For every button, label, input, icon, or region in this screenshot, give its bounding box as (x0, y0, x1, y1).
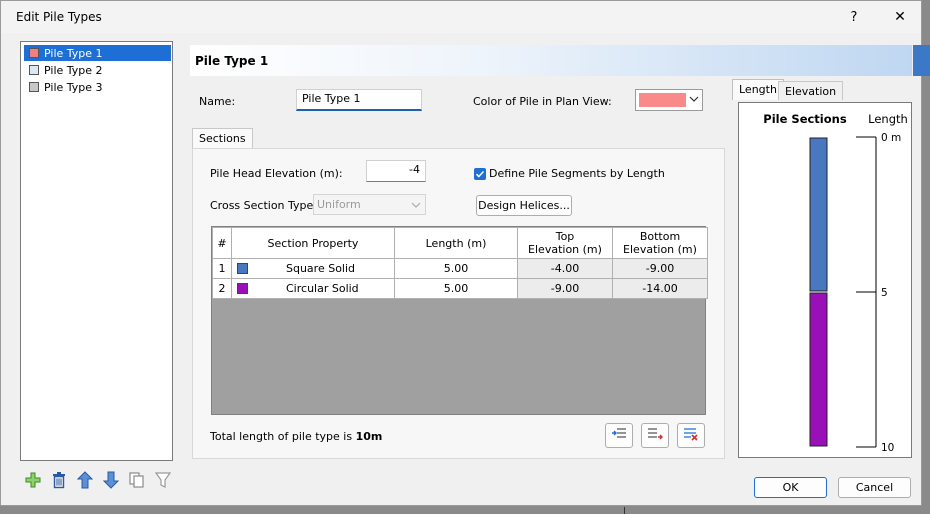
total-length-value: 10m (355, 430, 383, 443)
length-cell[interactable]: 5.00 (394, 278, 518, 299)
window-title: Edit Pile Types (16, 10, 102, 24)
pile-color-swatch (29, 48, 39, 58)
move-down-icon[interactable] (101, 471, 121, 489)
section-property-cell[interactable]: Square Solid (231, 258, 395, 279)
bottom-elevation-cell: -14.00 (612, 278, 708, 299)
head-elevation-input[interactable]: -4 (366, 160, 426, 182)
section-color-swatch (237, 283, 248, 294)
pile-type-item-2[interactable]: Pile Type 2 (24, 62, 171, 78)
row-number: 2 (212, 278, 232, 299)
copy-icon[interactable] (127, 471, 147, 489)
chevron-down-icon (411, 200, 421, 213)
cross-section-select[interactable]: Uniform (313, 194, 426, 215)
define-by-length-checkbox[interactable]: Define Pile Segments by Length (474, 167, 665, 180)
checkmark-icon (474, 167, 486, 180)
col-header-top-elevation: Top Elevation (m) (517, 227, 613, 259)
col-header-bottom-elevation: Bottom Elevation (m) (612, 227, 708, 259)
define-by-length-label: Define Pile Segments by Length (489, 167, 665, 180)
tab-sections[interactable]: Sections (192, 128, 253, 149)
delete-icon[interactable] (49, 471, 69, 489)
pile-diagram-panel: Pile Sections Length 0 m 5 10 (738, 102, 912, 458)
top-elevation-cell: -4.00 (517, 258, 613, 279)
cross-section-value: Uniform (317, 198, 361, 211)
chevron-down-icon (689, 94, 699, 107)
pile-color-swatch (29, 65, 39, 75)
plan-color-label: Color of Pile in Plan View: (473, 95, 612, 108)
table-header-row: # Section Property Length (m) Top Elevati… (212, 227, 708, 259)
table-row[interactable]: 1 Square Solid 5.00 -4.00 -9.00 (212, 258, 708, 279)
add-row-icon (647, 427, 663, 444)
col-header-num: # (212, 227, 232, 259)
name-input[interactable]: Pile Type 1 (296, 89, 422, 111)
bottom-elevation-cell: -9.00 (612, 258, 708, 279)
insert-row-icon (611, 427, 627, 444)
section-property-value: Circular Solid (286, 282, 359, 295)
pile-type-header: Pile Type 1 (190, 45, 912, 76)
close-button[interactable]: ✕ (877, 1, 923, 33)
col-header-bottom-line1: Bottom (639, 230, 681, 243)
pile-type-label: Pile Type 2 (44, 63, 103, 77)
length-cell[interactable]: 5.00 (394, 258, 518, 279)
total-length-prefix: Total length of pile type is (210, 430, 356, 443)
cross-section-label: Cross Section Type: (210, 199, 317, 212)
insert-row-button[interactable] (605, 423, 633, 448)
tab-length[interactable]: Length (732, 79, 784, 100)
collapse-tab[interactable] (913, 45, 930, 76)
delete-row-icon (683, 427, 699, 444)
table-row[interactable]: 2 Circular Solid 5.00 -9.00 -14.00 (212, 278, 708, 299)
plan-color-picker[interactable] (635, 89, 703, 111)
help-button[interactable]: ? (831, 1, 877, 33)
pile-segment-2 (809, 292, 828, 447)
section-property-value: Square Solid (286, 262, 356, 275)
axis-tick-label-2: 10 (881, 442, 894, 454)
col-header-length: Length (m) (394, 227, 518, 259)
pile-type-item-3[interactable]: Pile Type 3 (24, 79, 171, 95)
filter-icon[interactable] (153, 471, 173, 489)
design-helices-button[interactable]: Design Helices... (476, 195, 572, 216)
add-icon[interactable] (23, 471, 43, 489)
ok-button[interactable]: OK (754, 477, 827, 498)
add-row-button[interactable] (641, 423, 669, 448)
name-label: Name: (199, 95, 236, 108)
axis-tick-label-0: 0 m (881, 132, 901, 144)
col-header-top-line2: Elevation (m) (528, 243, 602, 256)
pile-sections-diagram: Pile Sections Length 0 m 5 10 (763, 112, 908, 454)
pile-type-item-1[interactable]: Pile Type 1 (24, 45, 171, 61)
sections-grid: # Section Property Length (m) Top Elevati… (211, 226, 708, 415)
col-header-bottom-line2: Elevation (m) (623, 243, 697, 256)
diagram-axis-label: Length (868, 112, 908, 126)
pile-type-heading: Pile Type 1 (195, 54, 269, 68)
section-property-cell[interactable]: Circular Solid (231, 278, 395, 299)
row-number: 1 (212, 258, 232, 279)
pile-segment-1 (809, 137, 828, 292)
diagram-title: Pile Sections (763, 112, 847, 126)
plan-color-swatch (639, 93, 686, 107)
pile-type-label: Pile Type 1 (44, 46, 103, 60)
col-header-top-line1: Top (555, 230, 575, 243)
pile-type-label: Pile Type 3 (44, 80, 103, 94)
delete-row-button[interactable] (677, 423, 705, 448)
section-color-swatch (237, 263, 248, 274)
tab-elevation[interactable]: Elevation (778, 81, 844, 100)
title-bar: Edit Pile Types ? ✕ (1, 1, 921, 33)
top-elevation-cell: -9.00 (517, 278, 613, 299)
col-header-section-property: Section Property (231, 227, 395, 259)
head-elevation-label: Pile Head Elevation (m): (210, 167, 343, 180)
list-toolbar (23, 471, 173, 489)
pile-color-swatch (29, 82, 39, 92)
cancel-button[interactable]: Cancel (838, 477, 911, 498)
total-length-text: Total length of pile type is 10m (210, 430, 382, 443)
edit-pile-types-dialog: Edit Pile Types ? ✕ Pile Type 1 Pile Typ… (0, 0, 930, 506)
axis-tick-label-1: 5 (881, 287, 888, 299)
pile-type-list[interactable]: Pile Type 1 Pile Type 2 Pile Type 3 (20, 41, 173, 461)
move-up-icon[interactable] (75, 471, 95, 489)
sections-table: # Section Property Length (m) Top Elevati… (212, 227, 708, 299)
background-divider (624, 507, 625, 514)
